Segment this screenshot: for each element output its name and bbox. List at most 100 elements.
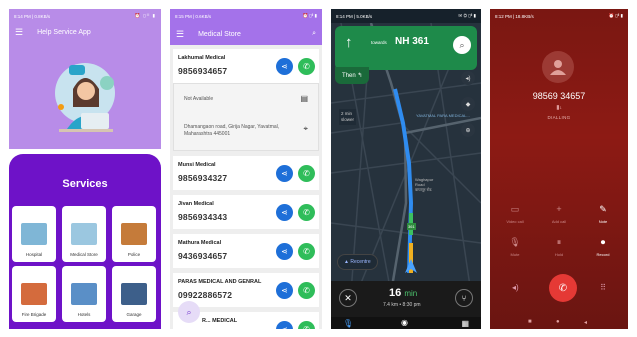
status-icons: ⏰ ▯ᴵᴵ ▮ [302, 13, 317, 18]
store-detail: Not Available ▤ Dhamangaon road, Girija … [173, 83, 319, 151]
note-icon: ✎ [599, 204, 607, 214]
store-name: R... MEDICAL [202, 318, 238, 324]
towards-label: towards [371, 40, 387, 45]
call-icon[interactable]: ✆ [298, 58, 315, 75]
call-icon[interactable]: ✆ [298, 165, 315, 182]
store-card[interactable]: Lakhumal Medical 9856934657 ⋖ ✆ [173, 49, 319, 83]
call-status: DIALLING [547, 115, 571, 120]
schedule-icon: ▤ [300, 94, 308, 103]
app-bar: ☰ Help Service App [9, 23, 161, 41]
next-turn-chip: Then ↰ [335, 67, 370, 84]
system-nav-bar: 🎙 ◉ ▦ [331, 317, 481, 329]
share-icon[interactable]: ⋖ [276, 165, 293, 182]
back-icon[interactable]: ◂ [584, 319, 587, 326]
tile-label: Garage [126, 312, 142, 317]
control-label: Add call [551, 219, 567, 224]
store-card[interactable]: Munsi Medical 9856934327 ⋖ ✆ [173, 156, 319, 190]
status-icons: ⏰ ▯ᴵᴵ ▮ [134, 13, 156, 18]
status-bar: 8:15 PM | 0.6KB/s ⏰ ▯ᴵᴵ ▮ [170, 9, 322, 23]
service-tile-police[interactable]: Police [112, 206, 156, 262]
store-name: Mathura Medical [178, 240, 222, 246]
add-icon: + [556, 204, 562, 214]
add-call-button[interactable]: + Add call [546, 204, 572, 224]
store-phone: 09922886572 [178, 290, 233, 300]
home-icon[interactable]: ◉ [401, 318, 408, 327]
control-label: Record [596, 252, 610, 257]
share-icon[interactable]: ⋖ [276, 58, 293, 75]
close-icon[interactable]: ✕ [339, 289, 357, 307]
sim-indicator: ▮1 [556, 105, 562, 111]
store-name: Jivan Medical [178, 201, 214, 207]
mute-button[interactable]: 🎙 Mute [502, 237, 528, 257]
service-tile-hotels[interactable]: Hotels [62, 266, 106, 322]
recentre-button[interactable]: ▲ Recentre [337, 254, 378, 270]
sound-icon[interactable]: ◂) [461, 71, 475, 85]
menu-icon[interactable]: ☰ [15, 27, 23, 38]
store-name: PARAS MEDICAL AND GENRAL [178, 279, 262, 285]
call-icon[interactable]: ✆ [298, 282, 315, 299]
medical-store-header: 8:15 PM | 0.6KB/s ⏰ ▯ᴵᴵ ▮ ☰ Medical Stor… [170, 9, 322, 45]
service-tile-garage[interactable]: Garage [112, 266, 156, 322]
tile-label: Hospital [25, 252, 43, 257]
store-card[interactable]: Jivan Medical 9856934343 ⋖ ✆ [173, 195, 319, 229]
police-icon [121, 223, 147, 245]
hold-button[interactable]: ⏸ Hold [546, 237, 572, 257]
store-phone: 9856934343 [178, 212, 228, 222]
call-icon[interactable]: ✆ [298, 204, 315, 221]
note-button[interactable]: ✎ Note [590, 204, 616, 224]
mic-icon[interactable]: 🎙 [343, 319, 353, 328]
video-call-button[interactable]: ▭ Video call [502, 204, 528, 224]
eta-unit: min [404, 289, 418, 298]
medical-store-screen: 8:15 PM | 0.6KB/s ⏰ ▯ᴵᴵ ▮ ☰ Medical Stor… [170, 9, 322, 329]
store-hours: Not Available [184, 96, 214, 102]
control-label: Video call [506, 219, 524, 224]
search-icon[interactable]: ⌕ [312, 30, 316, 38]
service-tile-medical-store[interactable]: Medical Store [62, 206, 106, 262]
eta-number: 16 [389, 287, 402, 299]
service-tile-hospital[interactable]: Hospital [12, 206, 56, 262]
recentre-label: Recentre [350, 259, 371, 265]
eta-minutes: 16 min [389, 287, 417, 299]
home-icon[interactable]: ● [556, 319, 560, 325]
speaker-icon[interactable]: ◂) [512, 283, 519, 292]
record-button[interactable]: ⏺ Record [590, 237, 616, 257]
straight-arrow-icon: ↑ [345, 34, 353, 51]
store-card[interactable]: Mathura Medical 9436934657 ⋖ ✆ [173, 234, 319, 268]
keypad-icon[interactable]: ⠿ [600, 283, 606, 292]
road-name: NH 361 [395, 36, 429, 47]
medical-store-icon [71, 223, 97, 245]
apps-grid-icon[interactable]: ▦ [461, 319, 469, 328]
tile-label: Hotels [77, 312, 91, 317]
status-icons: ✉ ⛭ ▯ᴵᴵ ▮ [458, 13, 476, 18]
trip-distance: 7.4 km • 8:30 pm [383, 302, 421, 308]
hotels-icon [71, 283, 97, 305]
highway-shield: 361 [407, 223, 416, 230]
status-icons: ⏰ ▯ᴵᴵ ▮ [608, 13, 623, 18]
mic-icon: 🎙 [509, 237, 521, 247]
navigation-screen: 8:14 PM | 5.0KB/s ✉ ⛭ ▯ᴵᴵ ▮ ↑ towards NH… [331, 9, 481, 329]
status-time: 8:15 PM | 0.6KB/s [175, 13, 212, 19]
sim-number: 1 [559, 105, 562, 110]
share-icon[interactable]: ⋖ [276, 204, 293, 221]
search-fab-icon[interactable]: ⌕ [178, 301, 200, 323]
control-label: Note [598, 219, 608, 224]
status-time: 8:12 PM | 18.8KB/s [495, 13, 534, 19]
compass-icon[interactable]: ◆ [461, 97, 475, 111]
call-icon[interactable]: ✆ [298, 243, 315, 260]
end-call-button[interactable]: ✆ [549, 274, 577, 302]
report-icon[interactable]: ⊕ [461, 123, 475, 137]
share-icon[interactable]: ⋖ [276, 243, 293, 260]
store-phone: 9436934657 [178, 251, 228, 261]
recents-icon[interactable]: ■ [528, 319, 532, 325]
dialed-number: 98569 34657 [532, 91, 586, 101]
menu-icon[interactable]: ☰ [176, 29, 184, 40]
fire-brigade-icon [21, 283, 47, 305]
control-label: Mute [510, 252, 520, 257]
share-icon[interactable]: ⋖ [276, 282, 293, 299]
alternate-routes-icon[interactable]: ⑂ [455, 289, 473, 307]
service-tile-fire-brigade[interactable]: Fire Brigade [12, 266, 56, 322]
search-icon[interactable]: ⌕ [453, 36, 471, 54]
location-pin-icon[interactable]: ⌖ [303, 124, 308, 134]
status-bar: 8:14 PM | 5.0KB/s ✉ ⛭ ▯ᴵᴵ ▮ [331, 9, 481, 23]
store-name: Munsi Medical [178, 162, 216, 168]
